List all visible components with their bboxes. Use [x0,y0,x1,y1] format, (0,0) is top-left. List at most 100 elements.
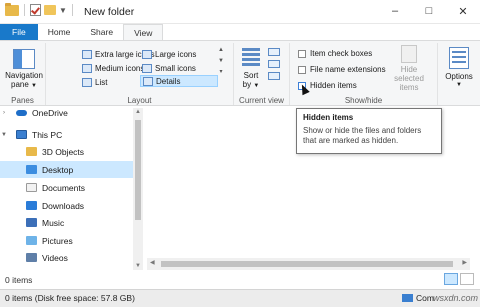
documents-icon [26,183,37,192]
scroll-right-icon[interactable]: ▶ [462,259,467,266]
checkbox-label: Item check boxes [310,49,373,58]
group-panes: Navigation pane ▼ Panes [0,43,46,105]
pc-icon [16,130,27,139]
tooltip-title: Hidden items [303,113,354,122]
nav-item-label: This PC [32,129,63,140]
folder-icon [26,147,37,156]
hidden-items-tooltip: Hidden items Show or hide the files and … [296,108,442,154]
checkbox[interactable] [298,65,306,74]
medium-icons-icon [82,63,92,73]
scrollbar-thumb[interactable] [135,120,141,220]
tab-share[interactable]: Share [80,24,123,40]
options-button[interactable]: Options ▼ [438,72,480,90]
layout-details[interactable]: Details [140,75,218,87]
navigation-pane-scrollbar[interactable]: ▲ ▼ [133,108,143,270]
minimize-button[interactable]: – [378,0,412,22]
horizontal-scrollbar[interactable]: ◀ ▶ [147,258,470,270]
sort-by-label: Sort [243,71,259,80]
pictures-icon [26,236,37,245]
nav-item-label: Music [42,217,65,228]
details-view-icon[interactable] [444,273,458,285]
title-bar: ▼ New folder – □ ✕ [0,0,480,24]
disk-space-text: 0 items (Disk free space: 57.8 GB) [5,293,135,303]
toolbar-divider [24,4,25,16]
sort-by-button[interactable]: Sort by ▼ [238,71,264,91]
nav-item-desktop[interactable]: Desktop [0,161,133,178]
details-icon [143,76,153,86]
maximize-button[interactable]: □ [412,0,446,22]
nav-item-3d-objects[interactable]: 3D Objects [0,143,133,160]
expand-icon[interactable]: › [0,110,8,116]
layout-item-label: List [95,77,108,87]
checkbox-label: Hidden items [310,81,357,90]
layout-item-label: Details [156,76,181,86]
new-folder-icon[interactable] [44,5,56,15]
layout-large-icons[interactable]: Large icons [142,48,196,60]
checkbox[interactable] [298,49,306,58]
chevron-down-icon: ▼ [31,83,37,89]
chevron-down-icon[interactable]: ▼ [0,132,8,138]
view-mini-buttons [268,48,280,80]
nav-item-documents[interactable]: Documents [0,179,133,196]
tab-file[interactable]: File [0,24,38,40]
music-icon [26,218,37,227]
nav-item-label: Documents [42,182,85,193]
customize-toolbar-icon[interactable]: ▼ [59,6,67,15]
window-controls: – □ ✕ [378,0,480,22]
properties-icon[interactable] [30,4,41,16]
extra-large-icons-icon [82,49,92,59]
chevron-down-icon: ▼ [456,82,462,88]
tab-view[interactable]: View [123,24,164,41]
ribbon-tabs: File Home Share View [0,24,480,41]
layout-medium-icons[interactable]: Medium icons [82,62,144,74]
nav-item-downloads[interactable]: Downloads [0,197,133,214]
group-show-hide: Item check boxes File name extensions Hi… [290,43,438,105]
scroll-up-icon[interactable]: ▲ [216,45,226,56]
nav-item-label: 3D Objects [42,146,85,157]
desktop-icon [26,165,37,174]
size-columns-icon[interactable] [268,72,280,80]
scroll-left-icon[interactable]: ◀ [150,259,155,266]
nav-item-videos[interactable]: Videos [0,249,133,266]
large-icons-view-icon[interactable] [460,273,474,285]
checkbox-label: File name extensions [310,65,386,74]
scroll-up-icon[interactable]: ▲ [133,109,143,115]
navigation-pane-label: Navigation [5,71,43,80]
computer-icon [402,294,414,302]
nav-item-onedrive[interactable]: › OneDrive [0,104,133,121]
hide-selected-items-button[interactable]: Hide selected items [388,45,430,92]
close-button[interactable]: ✕ [446,0,480,22]
nav-item-this-pc[interactable]: ▼ This PC [0,126,133,143]
watermark: wsxdn.com [432,293,478,303]
nav-item-label: OneDrive [32,107,68,118]
tab-home[interactable]: Home [38,24,81,40]
group-by-icon[interactable] [268,48,280,56]
file-name-extensions-toggle[interactable]: File name extensions [298,65,386,74]
details-strip: 0 items (Disk free space: 57.8 GB) Com [0,289,480,307]
scroll-down-icon[interactable]: ▼ [216,56,226,67]
group-label-current-view: Current view [239,96,284,105]
add-columns-icon[interactable] [268,60,280,68]
window-title: New folder [84,6,135,18]
quick-access-toolbar: ▼ [5,2,75,16]
navigation-pane-button[interactable]: Navigation pane ▼ [2,71,46,91]
nav-item-music[interactable]: Music [0,214,133,231]
layout-item-label: Medium icons [95,63,145,73]
nav-item-pictures[interactable]: Pictures [0,232,133,249]
layout-gallery: Extra large icons Large icons Medium ico… [66,45,224,89]
expand-gallery-icon[interactable]: ▾ [216,67,226,78]
folder-icon [5,2,19,16]
navigation-pane-label-2: pane [11,80,29,89]
scroll-down-icon[interactable]: ▼ [133,263,143,269]
layout-list[interactable]: List [82,76,107,88]
layout-small-icons[interactable]: Small icons [142,62,196,74]
view-toggles [444,273,474,285]
sort-by-icon[interactable] [242,46,260,68]
item-check-boxes-toggle[interactable]: Item check boxes [298,49,372,58]
options-icon[interactable] [449,47,469,69]
navigation-pane-icon[interactable] [13,49,35,69]
hide-selected-label: Hide selected [394,65,424,83]
scrollbar-thumb[interactable] [161,261,453,267]
group-layout: Extra large icons Large icons Medium ico… [46,43,234,105]
layout-gallery-scroll[interactable]: ▲ ▼ ▾ [216,45,226,89]
